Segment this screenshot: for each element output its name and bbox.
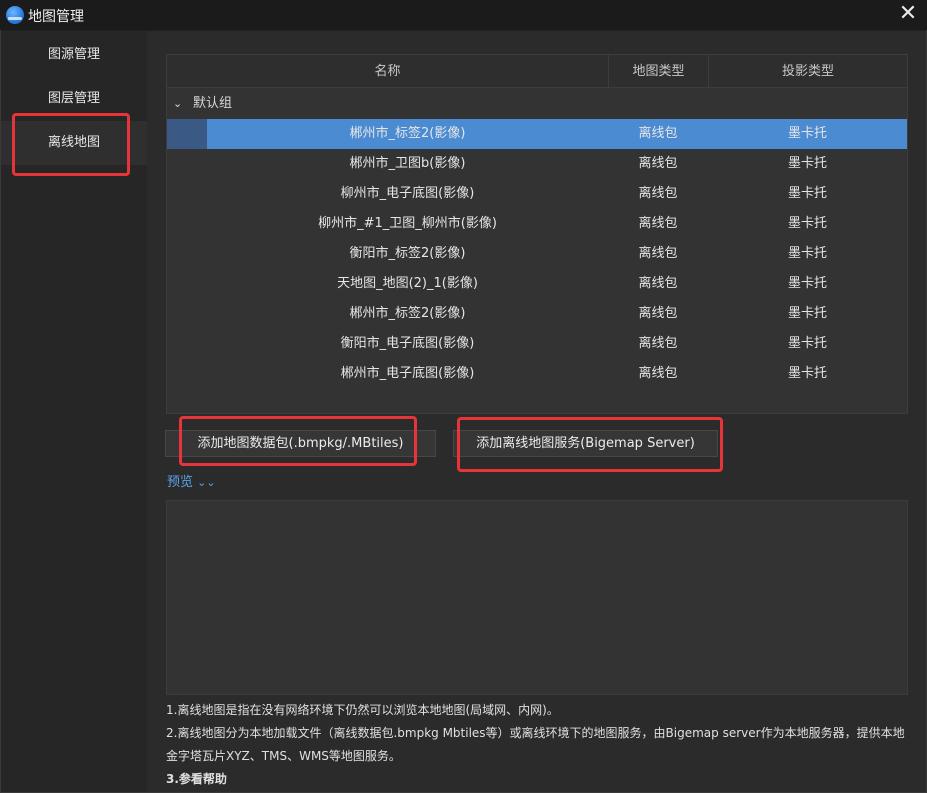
note-line-1: 1.离线地图是指在没有网络环境下仍然可以浏览本地地图(局域网、内网)。 [166, 703, 559, 717]
sidebar-item-layer-management[interactable]: 图层管理 [1, 77, 147, 121]
sidebar-item-offline-map[interactable]: 离线地图 [1, 121, 147, 165]
cell-name: 郴州市_标签2(影像) [349, 126, 466, 141]
help-link[interactable]: 3.参看帮助 [166, 768, 908, 791]
cell-map-type: 离线包 [638, 306, 678, 321]
row-indent [167, 149, 207, 179]
cell-map-type: 离线包 [638, 156, 678, 171]
row-indent [167, 299, 207, 329]
cell-projection: 墨卡托 [787, 306, 827, 321]
close-icon[interactable]: ✕ [897, 3, 919, 25]
double-chevron-down-icon: ⌄⌄ [197, 476, 216, 489]
cell-name: 衡阳市_标签2(影像) [349, 246, 466, 261]
column-header-map-type[interactable]: 地图类型 [608, 55, 708, 88]
title-bar: 地图管理 ✕ [0, 0, 927, 30]
help-notes: 1.离线地图是指在没有网络环境下仍然可以浏览本地地图(局域网、内网)。 2.离线… [166, 699, 908, 791]
cell-name: 郴州市_电子底图(影像) [340, 366, 475, 381]
note-line-2a: 2.离线地图分为本地加载文件（离线数据包.bmpkg Mbtiles等）或离线环… [166, 726, 905, 740]
preview-toggle[interactable]: 预览 ⌄⌄ [167, 471, 216, 490]
table-row[interactable]: 郴州市_标签2(影像) 离线包 墨卡托 [167, 299, 907, 329]
table-row[interactable]: 郴州市_标签2(影像) 离线包 墨卡托 [167, 119, 907, 149]
preview-label: 预览 [167, 475, 194, 490]
cell-projection: 墨卡托 [787, 366, 827, 381]
cell-name: 郴州市_标签2(影像) [349, 306, 466, 321]
table-row[interactable]: 郴州市_卫图b(影像) 离线包 墨卡托 [167, 149, 907, 179]
group-label: 默认组 [193, 96, 233, 111]
table-row[interactable]: 柳州市_#1_卫图_柳州市(影像) 离线包 墨卡托 [167, 209, 907, 239]
app-logo-icon [6, 6, 24, 24]
add-server-button[interactable]: 添加离线地图服务(Bigemap Server) [453, 430, 718, 457]
table-row[interactable]: 衡阳市_电子底图(影像) 离线包 墨卡托 [167, 329, 907, 359]
row-indent [167, 209, 207, 239]
cell-name: 衡阳市_电子底图(影像) [340, 336, 475, 351]
table-row[interactable]: 郴州市_电子底图(影像) 离线包 墨卡托 [167, 359, 907, 389]
cell-map-type: 离线包 [638, 336, 678, 351]
row-indent [167, 329, 207, 359]
column-header-name[interactable]: 名称 [167, 55, 608, 88]
add-package-button[interactable]: 添加地图数据包(.bmpkg/.MBtiles) [165, 430, 436, 457]
row-indent [167, 179, 207, 209]
cell-projection: 墨卡托 [787, 276, 827, 291]
row-indent [167, 239, 207, 269]
group-default[interactable]: ⌄ 默认组 [167, 89, 907, 119]
column-header-projection[interactable]: 投影类型 [708, 55, 907, 88]
row-indent [167, 359, 207, 389]
cell-projection: 墨卡托 [787, 186, 827, 201]
sidebar: 图源管理 图层管理 离线地图 [1, 31, 147, 792]
cell-map-type: 离线包 [638, 366, 678, 381]
cell-name: 柳州市_电子底图(影像) [340, 186, 475, 201]
cell-name: 柳州市_#1_卫图_柳州市(影像) [318, 216, 497, 231]
cell-name: 郴州市_卫图b(影像) [349, 156, 466, 171]
chevron-down-icon[interactable]: ⌄ [173, 89, 182, 119]
table-row[interactable]: 柳州市_电子底图(影像) 离线包 墨卡托 [167, 179, 907, 209]
map-table: 名称 地图类型 投影类型 ⌄ 默认组 郴州市_标签2(影像) 离线包 墨卡托 郴州市_… [166, 54, 908, 414]
cell-map-type: 离线包 [638, 186, 678, 201]
cell-projection: 墨卡托 [787, 246, 827, 261]
cell-projection: 墨卡托 [787, 216, 827, 231]
row-indent [167, 119, 207, 149]
cell-projection: 墨卡托 [787, 126, 827, 141]
cell-map-type: 离线包 [638, 276, 678, 291]
cell-map-type: 离线包 [638, 216, 678, 231]
table-header: 名称 地图类型 投影类型 [167, 55, 907, 88]
table-row[interactable]: 衡阳市_标签2(影像) 离线包 墨卡托 [167, 239, 907, 269]
cell-projection: 墨卡托 [787, 336, 827, 351]
window-title: 地图管理 [28, 9, 84, 25]
preview-area [166, 500, 908, 695]
main-panel: 名称 地图类型 投影类型 ⌄ 默认组 郴州市_标签2(影像) 离线包 墨卡托 郴州市_… [147, 31, 926, 792]
row-indent [167, 269, 207, 299]
cell-map-type: 离线包 [638, 246, 678, 261]
cell-name: 天地图_地图(2)_1(影像) [337, 276, 478, 291]
cell-projection: 墨卡托 [787, 156, 827, 171]
note-line-2b: 金字塔瓦片XYZ、TMS、WMS等地图服务。 [166, 749, 401, 763]
sidebar-item-source-management[interactable]: 图源管理 [1, 33, 147, 77]
table-row[interactable]: 天地图_地图(2)_1(影像) 离线包 墨卡托 [167, 269, 907, 299]
cell-map-type: 离线包 [638, 126, 678, 141]
